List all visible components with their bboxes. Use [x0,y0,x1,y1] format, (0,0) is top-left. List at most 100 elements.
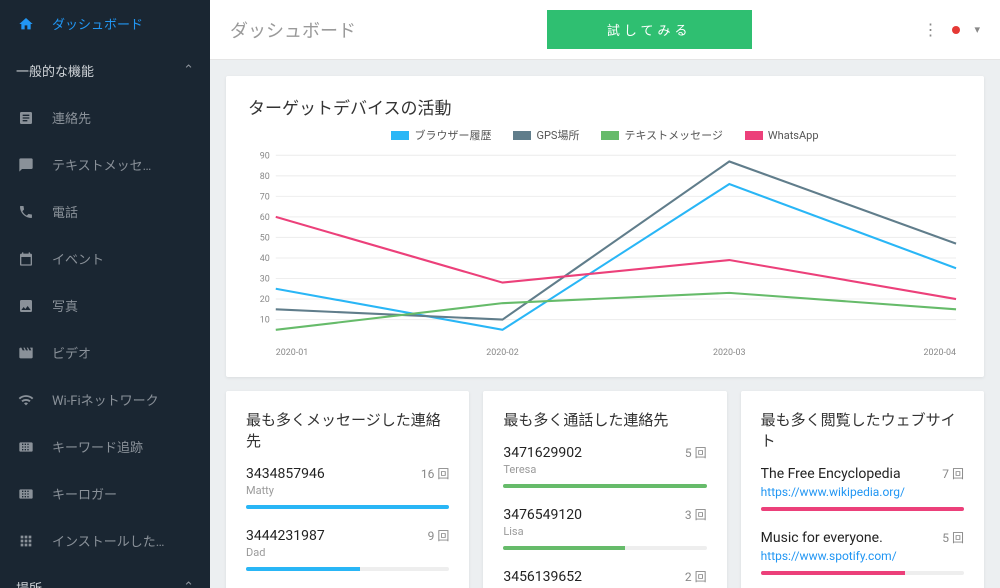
entry-count: 16 回 [421,465,449,482]
entry-link[interactable]: https://www.spotify.com/ [761,549,964,563]
page-title: ダッシュボード [230,17,356,43]
record-dot-icon [952,26,960,34]
entry-bar [246,567,449,571]
panel-messages: 最も多くメッセージした連絡先343485794616 回Matty3444231… [226,391,469,588]
sidebar-item-label: 連絡先 [52,108,91,127]
event-icon [16,251,36,267]
sidebar-item-keyboard[interactable]: キーロガー [0,470,210,517]
chevron-up-icon: ⌃ [183,63,194,78]
entry-count: 5 回 [685,444,707,461]
entry-link[interactable]: https://www.wikipedia.org/ [761,485,964,499]
svg-text:30: 30 [260,273,270,284]
panel-title: 最も多く閲覧したウェブサイト [761,409,964,451]
sidebar-item-contacts[interactable]: 連絡先 [0,94,210,141]
entry-primary: 3444231987 [246,528,325,544]
entry-count: 9 回 [428,527,450,544]
sidebar-section[interactable]: 一般的な機能⌃ [0,47,210,94]
legend-item[interactable]: GPS場所 [513,127,579,143]
svg-text:50: 50 [260,232,270,243]
sidebar-item-message[interactable]: テキストメッセ… [0,141,210,188]
entry-bar [246,505,449,509]
sidebar-item-label: テキストメッセ… [52,155,151,174]
svg-text:10: 10 [260,314,270,325]
chart-title: ターゲットデバイスの活動 [248,94,962,119]
list-item[interactable]: 34561396522 回Jessica [503,568,706,588]
svg-text:20: 20 [260,294,270,305]
panel-calls: 最も多く通話した連絡先34716299025 回Teresa3476549120… [483,391,726,588]
sidebar-item-event[interactable]: イベント [0,235,210,282]
legend-item[interactable]: ブラウザー履歴 [391,127,491,143]
list-item[interactable]: 3434857946 16 回 Matty [246,465,449,509]
entry-primary: 3434857946 [246,466,325,482]
sidebar-item-label: ダッシュボード [52,14,143,33]
try-button[interactable]: 試してみる [547,10,752,49]
sidebar-item-apps[interactable]: インストールした… [0,517,210,564]
topbar: ダッシュボード 試してみる ⋮ ▾ [210,0,1000,60]
content: ターゲットデバイスの活動 ブラウザー履歴 GPS場所 テキストメッセージ WhatsA… [210,60,1000,588]
entry-primary: 3456139652 [503,569,582,585]
phone-icon [16,204,36,220]
legend-swatch [513,131,531,140]
more-menu-icon[interactable]: ⋮ [922,20,938,39]
svg-text:2020-04: 2020-04 [923,347,956,358]
legend-label: GPS場所 [536,127,579,143]
legend-item[interactable]: テキストメッセージ [601,127,722,143]
sidebar-item-label: インストールした… [52,531,164,550]
keyboard-icon [16,439,36,455]
entry-count: 5 回 [942,529,964,546]
sidebar-item-label: キーワード追跡 [52,437,143,456]
sidebar-item-label: 電話 [52,202,78,221]
chevron-up-icon: ⌃ [183,580,194,588]
legend-swatch [745,131,763,140]
entry-count: 7 回 [942,465,964,482]
svg-text:70: 70 [260,191,270,202]
contacts-icon [16,110,36,126]
photo-icon [16,298,36,314]
svg-text:40: 40 [260,253,270,264]
line-chart: 1020304050607080902020-012020-022020-032… [248,149,962,359]
svg-text:90: 90 [260,150,270,161]
entry-bar [503,484,706,488]
entry-sub: Teresa [503,463,706,476]
svg-text:2020-01: 2020-01 [276,347,309,358]
sidebar-item-keyboard[interactable]: キーワード追跡 [0,423,210,470]
entry-sub: Matty [246,484,449,497]
sidebar-section[interactable]: 場所 ⌃ [0,564,210,588]
sidebar-item-home[interactable]: ダッシュボード [0,0,210,47]
list-item[interactable]: Music for everyone. 5 回 https://www.spotif… [761,529,964,575]
sidebar-item-label: ビデオ [52,343,91,362]
entry-sub: Lisa [503,525,706,538]
sidebar-item-video[interactable]: ビデオ [0,329,210,376]
entry-bar [761,571,964,575]
sidebar-item-phone[interactable]: 電話 [0,188,210,235]
list-item[interactable]: 3444231987 9 回 Dad [246,527,449,571]
list-item[interactable]: The Free Encyclopedia 7 回 https://www.wiki… [761,465,964,511]
section-label: 場所 [16,578,42,588]
panel-sites: 最も多く閲覧したウェブサイト The Free Encyclopedia 7 回 ht… [741,391,984,588]
sidebar-item-label: Wi-Fiネットワーク [52,390,159,409]
list-item[interactable]: 34765491203 回Lisa [503,506,706,550]
entry-count: 2 回 [685,568,707,585]
apps-icon [16,533,36,549]
list-item[interactable]: 3471629902 5 回 Teresa [503,444,706,488]
sidebar-item-label: 写真 [52,296,78,315]
legend-item[interactable]: WhatsApp [745,127,819,143]
entry-primary: 3476549120 [503,507,582,523]
sidebar-item-label: キーロガー [52,484,117,503]
svg-text:2020-03: 2020-03 [713,347,746,358]
activity-chart-card: ターゲットデバイスの活動 ブラウザー履歴 GPS場所 テキストメッセージ WhatsA… [226,76,984,377]
entry-sub: Dad [246,546,449,559]
sidebar-item-wifi[interactable]: Wi-Fiネットワーク [0,376,210,423]
legend-label: ブラウザー履歴 [414,127,491,143]
legend-label: WhatsApp [768,129,819,142]
entry-primary: Music for everyone. [761,530,883,546]
keyboard-icon [16,486,36,502]
entry-bar [761,507,964,511]
svg-text:80: 80 [260,171,270,182]
entry-primary: 3471629902 [503,445,582,461]
video-icon [16,345,36,361]
entry-primary: The Free Encyclopedia [761,466,901,482]
chevron-down-icon[interactable]: ▾ [974,23,980,36]
entry-bar [503,546,706,550]
sidebar-item-photo[interactable]: 写真 [0,282,210,329]
